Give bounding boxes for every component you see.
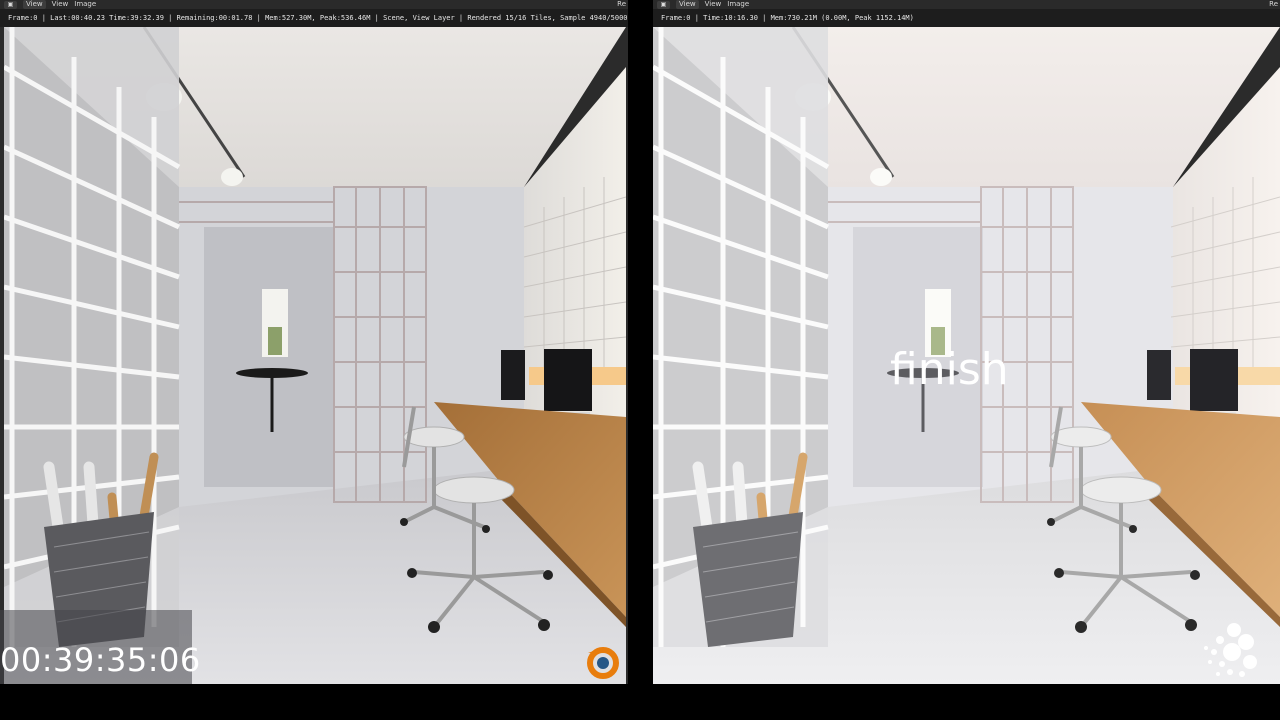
editor-type-icon[interactable]: ▣ [4, 0, 17, 9]
finish-overlay-label: finish [890, 344, 1009, 395]
menu-view-dropdown[interactable]: View [676, 0, 699, 9]
render-info-bar: Frame:0 | Time:10:16.30 | Mem:730.21M (0… [653, 9, 1280, 27]
menu-view-dropdown[interactable]: View [23, 0, 46, 9]
image-editor-header: ▣ View View Image Re [653, 0, 1280, 9]
render-image-left[interactable] [4, 27, 626, 684]
menu-render-slot[interactable]: Re [1269, 0, 1278, 9]
editor-type-icon[interactable]: ▣ [657, 0, 670, 9]
menu-view[interactable]: View [705, 0, 722, 9]
timecode-overlay: 00:39:35:06 [0, 641, 201, 679]
render-window-left: ▣ View View Image Re Frame:0 | Last:00:4… [0, 0, 628, 684]
menu-view[interactable]: View [52, 0, 69, 9]
blender-logo-icon [587, 647, 619, 679]
render-window-right: ▣ View View Image Re Frame:0 | Time:10:1… [653, 0, 1280, 684]
image-editor-header: ▣ View View Image Re [0, 0, 628, 9]
menu-image[interactable]: Image [74, 0, 96, 9]
menu-image[interactable]: Image [727, 0, 749, 9]
office-render-image [4, 27, 626, 684]
dots-logo-icon [1204, 623, 1257, 677]
render-info-bar: Frame:0 | Last:00:40.23 Time:39:32.39 | … [0, 9, 628, 27]
menu-render-slot[interactable]: Re [617, 0, 626, 9]
